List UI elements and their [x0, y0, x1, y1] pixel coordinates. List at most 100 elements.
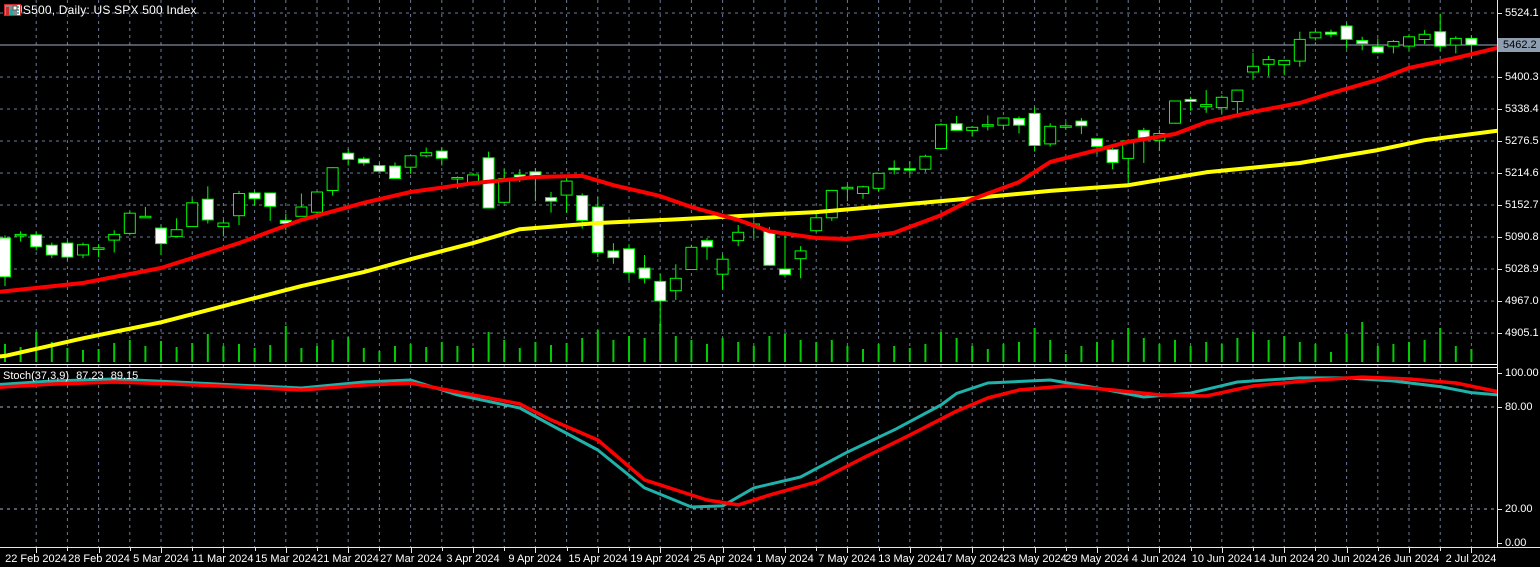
candle[interactable] — [733, 225, 744, 246]
candle[interactable] — [327, 167, 338, 196]
axis-tick — [1128, 548, 1129, 551]
current-price-badge: 5462.2 — [1498, 38, 1540, 52]
candle[interactable] — [390, 163, 401, 180]
candle[interactable] — [343, 149, 354, 166]
candle[interactable] — [858, 186, 869, 199]
candle[interactable] — [218, 220, 229, 237]
candle[interactable] — [78, 243, 89, 259]
candle[interactable] — [124, 212, 135, 236]
axis-tick — [442, 548, 443, 551]
candle[interactable] — [296, 194, 307, 217]
candle[interactable] — [1263, 56, 1274, 76]
axis-tick — [567, 548, 568, 551]
price-axis[interactable]: 5462.2 5524.15400.35338.45276.55214.6515… — [1497, 0, 1540, 567]
candle[interactable] — [951, 116, 962, 131]
candle[interactable] — [1029, 107, 1040, 151]
candle[interactable] — [46, 243, 57, 259]
candle[interactable] — [1419, 30, 1430, 44]
date-axis[interactable]: 22 Feb 202428 Feb 20245 Mar 202411 Mar 2… — [0, 547, 1540, 567]
candle[interactable] — [561, 175, 572, 213]
candle[interactable] — [202, 186, 213, 223]
candle[interactable] — [405, 155, 416, 174]
indicator-label[interactable]: Stoch(37,3,9) 87.23 89.15 — [3, 370, 142, 382]
stoch-axis-label: 20.00 — [1505, 503, 1533, 515]
panel-separator[interactable] — [0, 364, 1540, 365]
candle[interactable] — [1076, 118, 1087, 134]
candle[interactable] — [1014, 117, 1025, 134]
panel-separator[interactable] — [0, 367, 1540, 368]
candle[interactable] — [374, 163, 385, 173]
candle[interactable] — [608, 243, 619, 264]
candle[interactable] — [530, 168, 541, 201]
date-axis-label: 27 Mar 2024 — [380, 553, 442, 565]
candle[interactable] — [0, 235, 11, 286]
candle[interactable] — [811, 212, 822, 232]
candle[interactable] — [1232, 90, 1243, 115]
candle[interactable] — [1248, 53, 1259, 79]
candle[interactable] — [62, 241, 73, 261]
candle[interactable] — [686, 245, 697, 270]
candle[interactable] — [1170, 101, 1181, 124]
price-axis-label: 4905.1 — [1505, 327, 1539, 339]
date-axis-label: 7 May 2024 — [818, 553, 875, 565]
candle[interactable] — [982, 115, 993, 130]
candle[interactable] — [592, 197, 603, 257]
candle[interactable] — [717, 255, 728, 290]
candle[interactable] — [499, 169, 510, 203]
candle[interactable] — [639, 255, 650, 284]
candle[interactable] — [795, 246, 806, 278]
candle[interactable] — [967, 126, 978, 136]
candle[interactable] — [1279, 61, 1290, 76]
candle[interactable] — [998, 118, 1009, 130]
date-axis-label: 28 Feb 2024 — [68, 553, 130, 565]
candle[interactable] — [1060, 122, 1071, 130]
candle[interactable] — [920, 155, 931, 172]
candle[interactable] — [702, 238, 713, 260]
candle[interactable] — [1357, 37, 1368, 51]
candle[interactable] — [249, 191, 260, 206]
chart-plot-canvas[interactable] — [0, 0, 1497, 547]
candle[interactable] — [109, 230, 120, 252]
date-axis-label: 26 Jun 2024 — [1379, 553, 1440, 565]
candle[interactable] — [312, 191, 323, 216]
candle[interactable] — [1310, 31, 1321, 41]
candle[interactable] — [1185, 97, 1196, 111]
candle[interactable] — [265, 193, 276, 221]
candle[interactable] — [31, 232, 42, 250]
candle[interactable] — [889, 160, 900, 174]
candle[interactable] — [1435, 14, 1446, 51]
candle[interactable] — [1294, 32, 1305, 67]
candle[interactable] — [936, 123, 947, 149]
candle[interactable] — [156, 225, 167, 255]
candle[interactable] — [1326, 30, 1337, 38]
candle[interactable] — [1450, 36, 1461, 53]
candle[interactable] — [670, 264, 681, 300]
candle[interactable] — [624, 244, 635, 280]
candle[interactable] — [15, 231, 26, 241]
candle[interactable] — [1404, 34, 1415, 51]
candle[interactable] — [93, 244, 104, 257]
candle[interactable] — [1372, 38, 1383, 53]
candle[interactable] — [1123, 139, 1134, 185]
candle[interactable] — [421, 148, 432, 158]
candle[interactable] — [436, 148, 447, 166]
candle[interactable] — [171, 218, 182, 236]
candle[interactable] — [1216, 95, 1227, 113]
candle[interactable] — [1045, 123, 1056, 146]
candle[interactable] — [873, 173, 884, 191]
candle[interactable] — [546, 192, 557, 213]
candle[interactable] — [1154, 130, 1165, 151]
candle[interactable] — [358, 157, 369, 166]
candle[interactable] — [187, 199, 198, 227]
axis-tick — [1003, 548, 1004, 551]
candle[interactable] — [234, 191, 245, 225]
candle[interactable] — [780, 234, 791, 277]
candle[interactable] — [1138, 128, 1149, 163]
candle[interactable] — [1201, 90, 1212, 113]
candle[interactable] — [1388, 40, 1399, 54]
candle[interactable] — [842, 185, 853, 202]
candle[interactable] — [826, 190, 837, 221]
candle[interactable] — [655, 274, 666, 325]
candle[interactable] — [140, 207, 151, 218]
date-axis-label: 29 May 2024 — [1065, 553, 1129, 565]
